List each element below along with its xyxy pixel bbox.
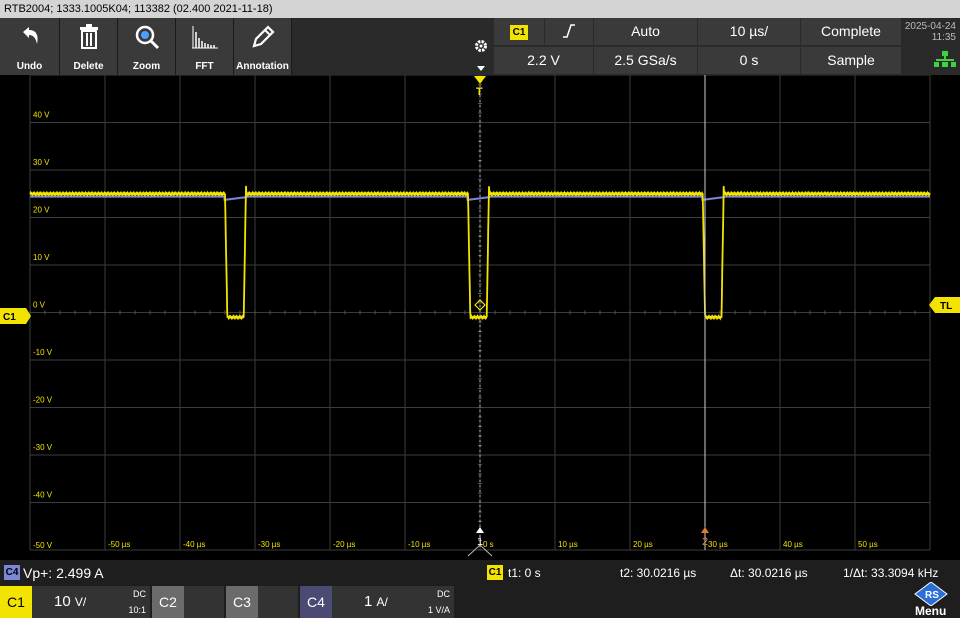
caret-down-icon: [477, 66, 485, 71]
x-tick-label: -50 µs: [108, 540, 130, 549]
cursor-t1[interactable]: t1: 0 s: [508, 560, 541, 586]
trigger-level-label: TL: [940, 301, 952, 312]
x-tick-label: 0 s: [483, 540, 494, 549]
network-icon: [934, 51, 956, 67]
x-tick-label: 10 µs: [558, 540, 578, 549]
y-tick-label: -30 V: [33, 443, 53, 452]
svg-text:RS: RS: [925, 590, 939, 601]
y-tick-label: 30 V: [33, 158, 50, 167]
pencil-icon: [251, 25, 275, 48]
channel-bar: C1 10 V/ DC 10:1 C2 C3 C4 1 A/ DC 1 V/A …: [0, 582, 960, 618]
zoom-button[interactable]: Zoom: [118, 18, 176, 75]
delete-button[interactable]: Delete: [60, 18, 118, 75]
rohde-schwarz-logo-icon: RS: [914, 582, 948, 606]
measure-channel-tag: C4: [4, 565, 20, 580]
rising-edge-icon: [563, 24, 575, 38]
trigger-source[interactable]: C1: [494, 18, 544, 45]
cursor-1-label: 1: [477, 536, 483, 548]
channel-2-box[interactable]: C2: [152, 586, 224, 618]
trash-icon: [79, 24, 98, 49]
channel-1-tab[interactable]: C1: [0, 586, 32, 618]
cursor-2-label: 2: [702, 536, 708, 548]
channel-4-scale: 1 A/: [364, 593, 388, 610]
x-tick-label: -40 µs: [183, 540, 205, 549]
toolbar: Undo Delete Zoom FFT Annotation C1 Auto …: [0, 18, 960, 75]
waveform-display[interactable]: 40 V 30 V 20 V 10 V 0 V -10 V -20 V -30 V -40 V -…: [0, 74, 960, 560]
waveform-canvas: 40 V 30 V 20 V 10 V 0 V -10 V -20 V -30 V -40 V -…: [0, 74, 960, 557]
y-tick-label: 20 V: [33, 206, 50, 215]
menu-button[interactable]: RS Menu: [903, 582, 960, 618]
channel-1-scale: 10 V/: [54, 593, 87, 610]
vp-measurement[interactable]: Vp+: 2.499 A: [23, 560, 104, 586]
y-tick-label: 0 V: [33, 301, 46, 310]
channel-4-box[interactable]: C4 1 A/ DC 1 V/A: [300, 586, 454, 618]
x-tick-label: 20 µs: [633, 540, 653, 549]
undo-icon: [22, 27, 38, 44]
x-tick-label: 30 µs: [708, 540, 728, 549]
channel-3-box[interactable]: C3: [226, 586, 298, 618]
y-tick-label: -20 V: [33, 396, 53, 405]
trigger-marker: T: [476, 86, 483, 98]
acquisition-state[interactable]: Complete: [801, 18, 901, 45]
fft-icon: [191, 26, 218, 49]
x-tick-label: -20 µs: [333, 540, 355, 549]
x-tick-label: -30 µs: [258, 540, 280, 549]
settings-button[interactable]: [470, 18, 492, 75]
annotation-button[interactable]: Annotation: [234, 18, 292, 75]
cursor-delta-t[interactable]: Δt: 30.0216 µs: [730, 560, 808, 586]
cursor-channel-tag: C1: [487, 565, 503, 580]
trigger-marker-icon: [474, 76, 486, 84]
y-tick-label: -10 V: [33, 348, 53, 357]
gear-icon: [475, 40, 487, 52]
trigger-level[interactable]: 2.2 V: [494, 47, 593, 74]
timebase-scale[interactable]: 10 µs/: [698, 18, 800, 45]
y-tick-label: 40 V: [33, 111, 50, 120]
ch1-offset-label: C1: [3, 312, 16, 323]
y-tick-label: -50 V: [33, 541, 53, 550]
fft-button[interactable]: FFT: [176, 18, 234, 75]
trigger-mode[interactable]: Auto: [594, 18, 697, 45]
y-tick-label: 10 V: [33, 253, 50, 262]
acquisition-mode[interactable]: Sample: [801, 47, 901, 74]
x-tick-label: 40 µs: [783, 540, 803, 549]
undo-button[interactable]: Undo: [0, 18, 60, 75]
zoom-icon: [135, 25, 159, 50]
sample-rate[interactable]: 2.5 GSa/s: [594, 47, 697, 74]
cursor-t2[interactable]: t2: 30.0216 µs: [620, 560, 696, 586]
y-tick-label: -40 V: [33, 491, 53, 500]
channel-1-box[interactable]: C1 10 V/ DC 10:1: [0, 586, 150, 618]
measurement-bar: C4 Vp+: 2.499 A C1 t1: 0 s t2: 30.0216 µ…: [0, 560, 960, 586]
title-bar: RTB2004; 1333.1005K04; 113382 (02.400 20…: [0, 0, 960, 18]
x-tick-label: 50 µs: [858, 540, 878, 549]
cursor-1-marker-icon: [476, 527, 484, 533]
cursor-2-marker-icon: [701, 527, 709, 533]
channel-3-tab[interactable]: C3: [226, 586, 258, 618]
x-tick-label: -10 µs: [408, 540, 430, 549]
date-time: 2025-04-24 11:35: [903, 18, 960, 75]
channel-2-tab[interactable]: C2: [152, 586, 184, 618]
channel-4-tab[interactable]: C4: [300, 586, 332, 618]
horizontal-position[interactable]: 0 s: [698, 47, 800, 74]
trigger-slope[interactable]: [545, 18, 593, 45]
